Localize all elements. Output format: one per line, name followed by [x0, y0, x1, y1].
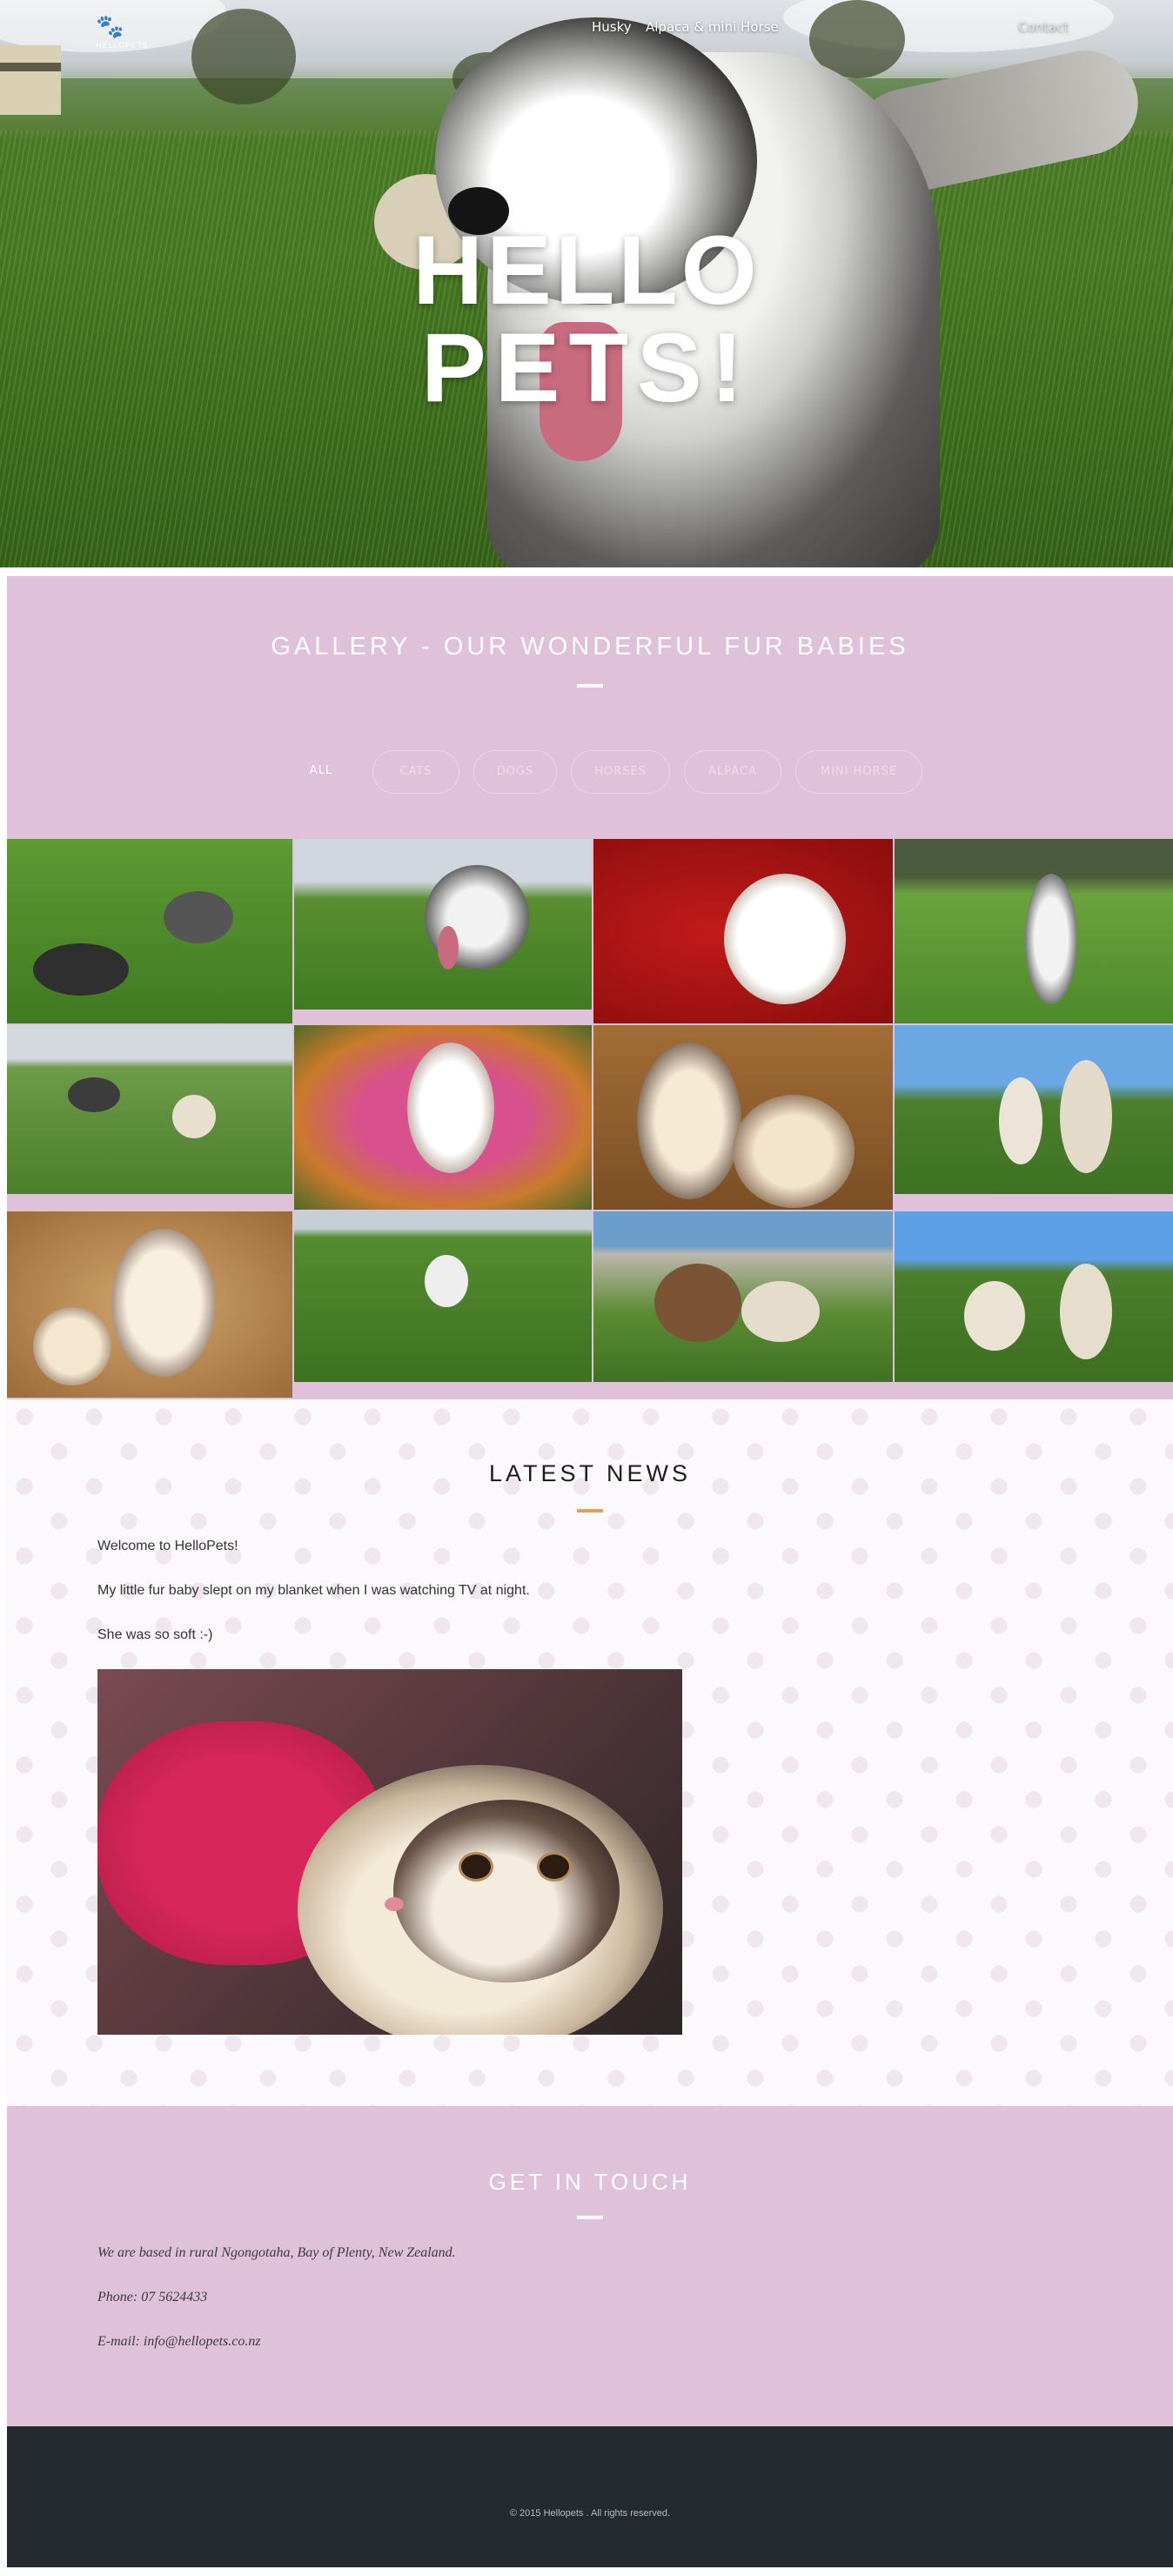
- gallery-photo-alpacas[interactable]: [895, 1025, 1173, 1194]
- hero-title: HELLO PETS!: [0, 222, 1173, 417]
- nav-alpaca-mini-horse[interactable]: Alpaca & mini Horse: [646, 19, 779, 35]
- gallery-photo-dogs-running[interactable]: [7, 1025, 292, 1194]
- cat-face: [393, 1800, 620, 1982]
- gallery-title: GALLERY - OUR WONDERFUL FUR BABIES: [271, 633, 909, 661]
- filter-all[interactable]: ALL: [291, 750, 352, 794]
- gallery-photo-cat-red[interactable]: [593, 839, 893, 1023]
- gallery-photo-cat-flowers[interactable]: [294, 1025, 592, 1210]
- gallery-photo-two-cats[interactable]: [593, 1025, 893, 1210]
- gallery-photo-huskies-field[interactable]: [7, 839, 292, 1023]
- cat-eye: [537, 1852, 572, 1882]
- gallery-title-underline: [577, 684, 603, 688]
- logo-text: HELLOPETS: [96, 42, 149, 50]
- top-navigation: 🐾 HELLOPETS Husky Alpaca & mini Horse Co…: [0, 16, 1173, 50]
- gallery-photo-huskies-fence[interactable]: [895, 839, 1173, 1023]
- site-logo[interactable]: 🐾 HELLOPETS: [96, 16, 191, 59]
- hero-title-line1: HELLO: [412, 216, 761, 325]
- news-paragraph: She was so soft :-): [97, 1627, 213, 1642]
- cat-eye: [459, 1852, 493, 1882]
- gallery-photo-alpacas-meadow[interactable]: [895, 1211, 1173, 1382]
- gallery-photo-kittens[interactable]: [7, 1211, 292, 1398]
- latest-news-section: LATEST NEWS Welcome to HelloPets! My lit…: [7, 1399, 1173, 2106]
- paw-logo-icon: 🐾: [96, 14, 124, 40]
- news-title: LATEST NEWS: [488, 1460, 692, 1486]
- contact-email[interactable]: E-mail: info@hellopets.co.nz: [97, 2334, 261, 2350]
- filter-alpaca[interactable]: ALPACA: [684, 750, 781, 794]
- contact-section: GET IN TOUCH We are based in rural Ngong…: [7, 2106, 1173, 2426]
- nav-husky[interactable]: Husky: [592, 19, 632, 35]
- gallery-photo-mini-horses[interactable]: [593, 1211, 893, 1382]
- contact-title-underline: [577, 2216, 603, 2219]
- contact-address: We are based in rural Ngongotaha, Bay of…: [97, 2245, 456, 2260]
- news-paragraph: My little fur baby slept on my blanket w…: [97, 1583, 530, 1598]
- nav-contact[interactable]: Contact: [1018, 19, 1069, 35]
- gallery-photo-husky-tongue[interactable]: [294, 839, 592, 1010]
- farm-house: [0, 45, 61, 115]
- filter-dogs[interactable]: DOGS: [473, 750, 557, 794]
- gallery-photo-dogs-grass[interactable]: [294, 1211, 592, 1382]
- contact-title: GET IN TOUCH: [488, 2169, 692, 2195]
- site-footer: © 2015 Hellopets . All rights reserved.: [7, 2426, 1173, 2567]
- hero-banner: 🐾 HELLOPETS Husky Alpaca & mini Horse Co…: [0, 0, 1173, 567]
- contact-phone[interactable]: Phone: 07 5624433: [97, 2290, 207, 2305]
- news-paragraph: Welcome to HelloPets!: [97, 1539, 238, 1553]
- news-photo-cat-blanket[interactable]: [97, 1669, 682, 2035]
- filter-mini-horse[interactable]: MINI HORSE: [795, 750, 922, 794]
- hero-title-line2: PETS!: [421, 313, 752, 422]
- filter-cats[interactable]: CATS: [372, 750, 459, 794]
- gallery-filter-bar: ALL CATS DOGS HORSES ALPACA MINI HORSE: [7, 750, 1173, 794]
- footer-copyright: © 2015 Hellopets . All rights reserved.: [509, 2508, 671, 2519]
- filter-horses[interactable]: HORSES: [571, 750, 670, 794]
- news-title-underline: [577, 1509, 603, 1513]
- gallery-section: GALLERY - OUR WONDERFUL FUR BABIES ALL C…: [7, 576, 1173, 1399]
- cat-nose: [385, 1897, 404, 1911]
